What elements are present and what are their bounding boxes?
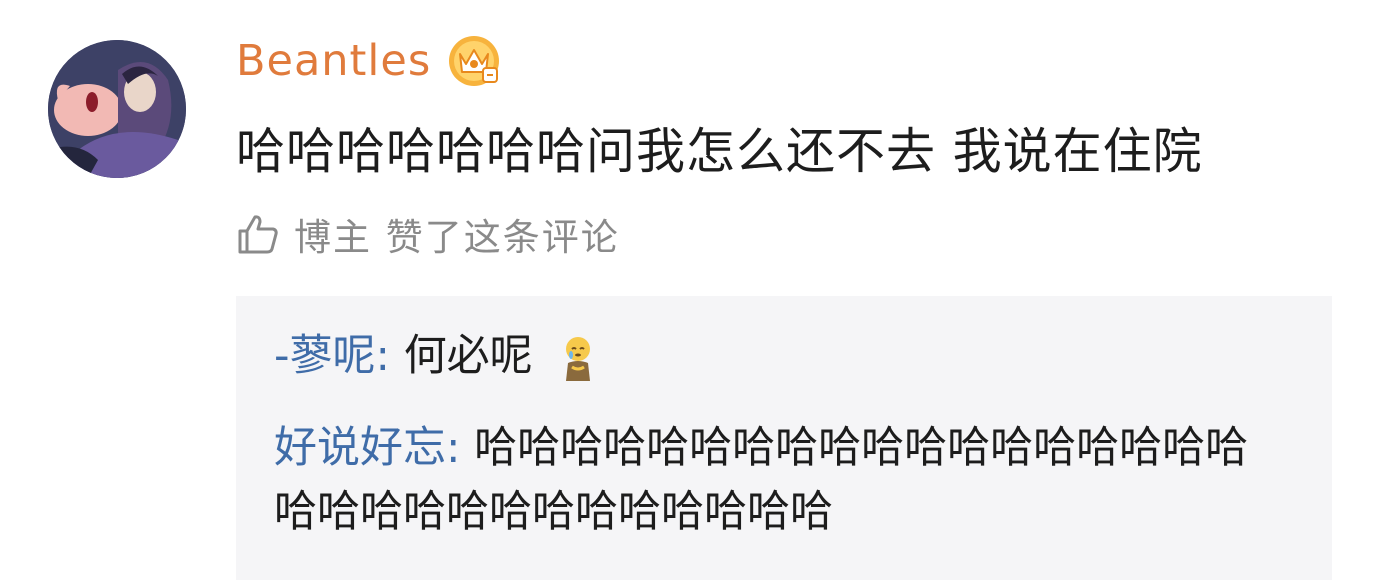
avatar-illustration [48,40,186,178]
crying-emoji-icon [566,336,591,381]
reply-username[interactable]: 好说好忘: [274,423,461,473]
author-liked-text: 博主 赞了这条评论 [294,216,620,259]
avatar[interactable] [48,40,186,178]
username[interactable]: Beantles [236,36,431,86]
author-liked-row: 博主 赞了这条评论 [236,206,620,262]
reply-username[interactable]: -蓼呢: [274,331,390,381]
thumbs-up-icon[interactable] [236,212,280,256]
reply-item[interactable]: 好说好忘: 哈哈哈哈哈哈哈哈哈哈哈哈哈哈哈哈哈哈哈哈哈哈哈哈哈哈哈哈哈哈哈 [274,416,1284,544]
replies-panel[interactable]: -蓼呢: 何必呢 好说好忘: 哈哈哈哈哈哈哈哈哈哈哈哈哈哈哈哈哈哈哈哈哈哈哈哈哈… [236,296,1332,580]
comment-card: Beantles 哈哈哈哈哈哈哈问我怎么还不去 我说在住院 博主 赞了这条评论 … [0,0,1380,580]
reply-item[interactable]: -蓼呢: 何必呢 [274,324,598,388]
crown-vip-icon [449,36,500,86]
comment-text: 哈哈哈哈哈哈哈问我怎么还不去 我说在住院 [236,123,1203,180]
reply-text: 何必呢 [403,331,533,381]
username-row: Beantles [236,30,501,92]
